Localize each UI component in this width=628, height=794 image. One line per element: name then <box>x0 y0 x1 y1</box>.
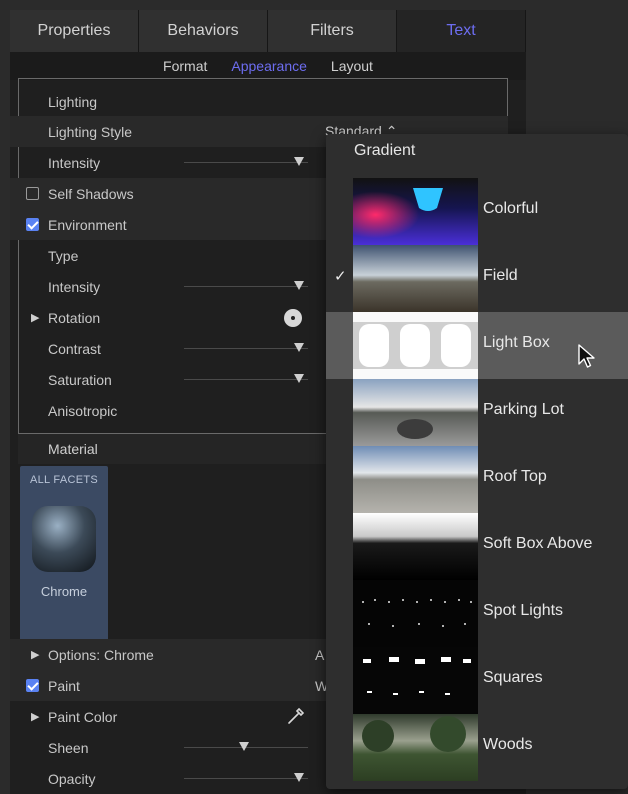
text-subtabs: Format Appearance Layout <box>10 52 526 80</box>
material-header-label: Material <box>48 441 98 457</box>
sheen-slider[interactable] <box>184 742 308 751</box>
menu-item-label: Soft Box Above <box>483 535 593 552</box>
tab-properties[interactable]: Properties <box>10 10 139 52</box>
menu-item-label: Light Box <box>483 334 550 351</box>
menu-item-label: Roof Top <box>483 468 547 485</box>
mouse-pointer-icon <box>578 344 596 375</box>
lighting-header: Lighting <box>10 86 508 117</box>
field-thumbnail <box>353 245 478 312</box>
rotation-dial[interactable] <box>284 308 302 327</box>
checkmark-icon: ✓ <box>334 268 347 285</box>
tab-filters[interactable]: Filters <box>268 10 397 52</box>
menu-item-squares[interactable]: Squares <box>326 647 628 714</box>
chrome-material-preview <box>32 506 96 572</box>
sheen-label: Sheen <box>48 739 89 756</box>
subtab-layout[interactable]: Layout <box>331 58 373 74</box>
menu-title: Gradient <box>354 142 416 159</box>
saturation-slider-thumb[interactable] <box>294 374 304 383</box>
anisotropic-label: Anisotropic <box>48 402 118 419</box>
menu-item-label: Squares <box>483 669 543 686</box>
menu-item-label: Spot Lights <box>483 602 564 619</box>
light-box-thumbnail <box>353 312 478 379</box>
spot-lights-thumbnail <box>353 580 478 647</box>
options-chrome-label: Options: Chrome <box>48 646 154 663</box>
eyedropper-icon[interactable] <box>286 706 306 729</box>
tab-behaviors[interactable]: Behaviors <box>139 10 268 52</box>
menu-item-spot-lights[interactable]: Spot Lights <box>326 580 628 647</box>
disclosure-triangle-icon[interactable]: ▶ <box>31 311 39 324</box>
type-label: Type <box>48 247 79 264</box>
lighting-style-label: Lighting Style <box>48 123 133 140</box>
woods-thumbnail <box>353 714 478 781</box>
roof-top-thumbnail <box>353 446 478 513</box>
soft-box-above-thumbnail <box>353 513 478 580</box>
subtab-format[interactable]: Format <box>163 58 207 74</box>
menu-item-woods[interactable]: Woods <box>326 714 628 781</box>
self-shadows-checkbox[interactable] <box>26 187 39 200</box>
environment-type-menu: Gradient Colorful ✓ Field Light Box Park… <box>326 134 628 789</box>
env-intensity-label: Intensity <box>48 278 101 295</box>
menu-item-label: Field <box>483 267 518 284</box>
env-intensity-slider[interactable] <box>184 281 308 290</box>
parking-lot-thumbnail <box>353 379 478 446</box>
menu-item-colorful[interactable]: Colorful <box>326 178 628 245</box>
saturation-slider[interactable] <box>184 374 308 383</box>
facet-tile-chrome[interactable]: ALL FACETS Chrome <box>20 466 108 644</box>
colorful-thumbnail <box>353 178 478 245</box>
tab-text[interactable]: Text <box>397 10 526 52</box>
contrast-slider[interactable] <box>184 343 308 352</box>
lighting-header-label: Lighting <box>48 93 98 110</box>
menu-item-label: Woods <box>483 736 533 753</box>
env-intensity-slider-thumb[interactable] <box>294 281 304 290</box>
contrast-label: Contrast <box>48 340 101 357</box>
options-chrome-value: A <box>315 646 325 663</box>
paint-checkbox[interactable] <box>26 679 39 692</box>
saturation-label: Saturation <box>48 371 112 388</box>
intensity-slider[interactable] <box>184 157 308 166</box>
disclosure-triangle-icon[interactable]: ▶ <box>31 648 39 661</box>
paint-label: Paint <box>48 677 80 694</box>
menu-item-roof-top[interactable]: Roof Top <box>326 446 628 513</box>
opacity-slider[interactable] <box>184 773 308 782</box>
menu-item-field[interactable]: ✓ Field <box>326 245 628 312</box>
environment-checkbox[interactable] <box>26 218 39 231</box>
menu-item-label: Colorful <box>483 200 539 217</box>
self-shadows-label: Self Shadows <box>48 185 134 202</box>
facet-label: Chrome <box>40 584 88 599</box>
environment-label: Environment <box>48 216 127 233</box>
subtab-appearance[interactable]: Appearance <box>231 58 307 74</box>
disclosure-triangle-icon[interactable]: ▶ <box>31 710 39 723</box>
menu-item-parking-lot[interactable]: Parking Lot <box>326 379 628 446</box>
menu-item-soft-box-above[interactable]: Soft Box Above <box>326 513 628 580</box>
opacity-slider-thumb[interactable] <box>294 773 304 782</box>
facet-title: ALL FACETS <box>29 474 98 486</box>
menu-item-label: Parking Lot <box>483 401 564 418</box>
inspector-tabs: Properties Behaviors Filters Text <box>10 10 526 52</box>
rotation-label: Rotation <box>48 309 101 326</box>
contrast-slider-thumb[interactable] <box>294 343 304 352</box>
sheen-slider-thumb[interactable] <box>239 742 249 751</box>
intensity-label: Intensity <box>48 154 101 171</box>
paint-color-label: Paint Color <box>48 708 118 725</box>
squares-thumbnail <box>353 647 478 714</box>
opacity-label: Opacity <box>48 770 96 787</box>
intensity-slider-thumb[interactable] <box>294 157 304 166</box>
